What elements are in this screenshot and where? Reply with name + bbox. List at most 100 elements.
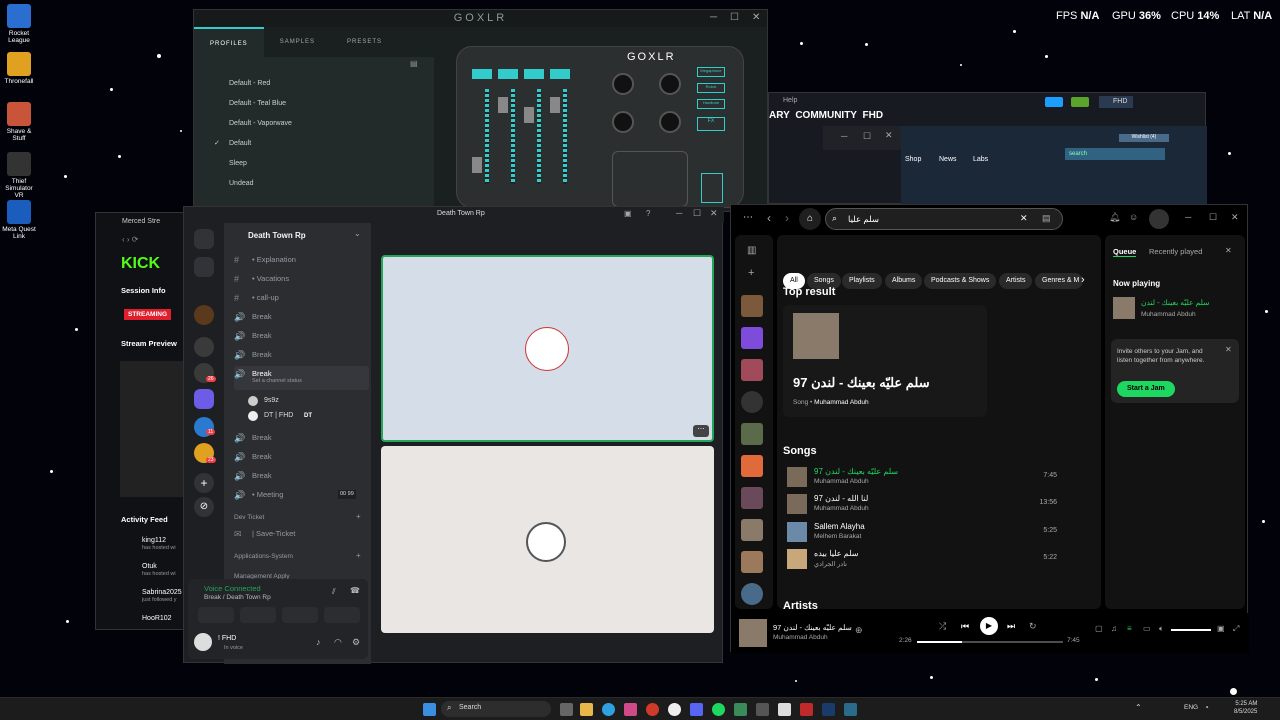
user-name[interactable]: ! FHD [218,635,236,642]
minimize-icon[interactable]: ─ [676,208,682,218]
channel-button[interactable] [472,69,492,79]
spotify-window[interactable]: ⋯ ‹ › ⌂ ⌕ سلم عليا ✕ ▤ 🔔︎ ☺ ─ ☐ ✕ ▥ + Al… [730,204,1249,653]
notifications-icon[interactable]: 🔔︎ [1109,212,1120,223]
broadcast-icon[interactable] [1045,97,1063,107]
nav-community[interactable]: COMMUNITY [795,110,857,121]
close-jam-icon[interactable]: ✕ [1225,345,1232,354]
nav-library[interactable]: ARY [769,110,790,121]
steam-icon[interactable] [822,703,835,716]
maximize-icon[interactable]: ☐ [730,12,739,23]
now-playing-artist[interactable]: Muhammad Abduh [1141,311,1196,318]
disconnect-icon[interactable]: ☎ [350,586,360,595]
close-icon[interactable]: ✕ [752,12,760,23]
shuffle-icon[interactable]: ⤮ [939,621,946,632]
friends-icon[interactable]: ☺ [1129,212,1138,222]
gender-knob[interactable] [659,111,681,133]
song-row[interactable]: سلم عليا بيده نادر الجرادي 5:22 [787,547,1057,571]
channel-status-hint[interactable]: Set a channel status [252,377,302,385]
screen-share-button[interactable] [240,607,276,623]
pitch-knob[interactable] [659,73,681,95]
filter-albums[interactable]: Albums [885,273,923,289]
noise-suppression-icon[interactable]: ⫽ [332,587,336,597]
hardtune-button[interactable]: Hardtune [697,99,725,109]
filter-playlists[interactable]: Playlists [842,273,882,289]
voice-user[interactable]: 9s9z [264,397,279,404]
help-icon[interactable]: ? [646,209,650,218]
task-view-icon[interactable] [560,703,573,716]
camera-button[interactable] [198,607,234,623]
home-icon[interactable]: ⌂ [799,208,821,230]
voice-user[interactable]: DT | FHD [264,412,293,419]
filter-podcasts[interactable]: Podcasts & Shows [924,273,997,289]
profile-item[interactable]: Undead [229,180,254,187]
profile-item-active[interactable]: Default [229,140,251,147]
opera-icon[interactable] [646,703,659,716]
song-row[interactable]: سلم عليّه بعينك - لندن 97 Muhammad Abduh 7… [787,465,1057,489]
browser-window[interactable]: Merced Stre ‹ › ⟳ KICK Session Info STRE… [95,212,187,630]
progress-bar[interactable] [917,641,1063,643]
server-icon[interactable] [194,257,214,277]
liked-songs-icon[interactable] [741,327,763,349]
channel-call-up[interactable]: # • call-up [234,290,369,306]
voice-channel-break[interactable]: 🔊 Break [234,328,369,344]
discord-window[interactable]: Death Town Rp ▣ ? ─ ☐ ✕ 26 11 23 + ⊘ Dea… [183,206,724,664]
minimize-icon[interactable]: ─ [1185,212,1191,222]
voice-channel-link[interactable]: Break / Death Town Rp [204,594,271,601]
play-button[interactable]: ▶ [980,617,998,635]
settings-gear-icon[interactable]: ⚙ [352,637,360,648]
tab-presets[interactable]: PRESETS [331,27,398,57]
store-search-input[interactable]: search [1065,148,1165,160]
channel-button[interactable] [498,69,518,79]
mixer-device[interactable]: GOXLR Megaphone Robot Hardtune FX [456,46,744,208]
minimize-icon[interactable]: ─ [710,12,717,23]
desktop-icon-rocket-league[interactable]: Rocket League [2,4,36,44]
profile-item[interactable]: Sleep [229,160,247,167]
now-playing-title[interactable]: سلم عليّه بعينك - لندن [1141,298,1209,307]
server-icon[interactable] [194,337,214,357]
fader-knob[interactable] [498,97,508,113]
reverb-knob[interactable] [612,73,634,95]
search-input[interactable]: ⌕ سلم عليا ✕ ▤ [825,208,1063,230]
video-tile-speaking[interactable]: ⋯ [381,255,714,442]
echo-knob[interactable] [612,111,634,133]
nav-profile[interactable]: FHD [863,110,884,121]
desktop-icon-shave-stuff[interactable]: Shave & Stuff [2,102,36,142]
taskbar-search[interactable]: ⌕ Search [441,701,551,717]
app-icon[interactable] [800,703,813,716]
desktop-icon-thronefall[interactable]: Thronefall [2,52,36,85]
connect-device-icon[interactable]: ▭ [1143,624,1151,633]
background-store-window[interactable]: Help ARY COMMUNITY FHD FHD Shop News Lab… [768,92,1207,205]
player-artist[interactable]: Muhammad Abduh [773,634,828,641]
add-server-icon[interactable]: + [194,473,214,493]
server-icon[interactable] [194,305,214,325]
channel-button[interactable] [550,69,570,79]
app-icon[interactable] [668,703,681,716]
headset-icon[interactable]: ◠ [334,637,342,648]
server-name[interactable]: Death Town Rp [248,231,306,240]
tray-overflow-icon[interactable]: ⌃ [1135,703,1142,712]
create-playlist-icon[interactable]: + [748,267,754,279]
maximize-icon[interactable]: ☐ [693,208,701,219]
profile-item[interactable]: Default - Teal Blue [229,100,286,107]
link-labs[interactable]: Labs [973,156,988,163]
add-to-library-icon[interactable]: ⊕ [855,625,863,636]
profile-item[interactable]: Default - Vaporwave [229,120,292,127]
language-indicator[interactable]: ENG [1184,704,1198,711]
clear-search-icon[interactable]: ✕ [1020,213,1028,224]
start-jam-button[interactable]: Start a Jam [1117,381,1175,397]
edge-icon[interactable] [602,703,615,716]
robot-button[interactable]: Robot [697,83,725,93]
library-item[interactable] [741,391,763,413]
clock[interactable]: 5:25 AM 8/5/2025 [1234,700,1257,716]
filter-artists[interactable]: Artists [999,273,1033,289]
file-explorer-icon[interactable] [580,703,593,716]
link-news[interactable]: News [939,156,957,163]
avatar[interactable] [194,633,212,651]
megaphone-button[interactable]: Megaphone [697,67,725,77]
inbox-icon[interactable]: ▣ [624,209,632,218]
song-row[interactable]: لنا الله - لندن 97 Muhammad Abduh 13:56 [787,492,1057,516]
voice-channel-break[interactable]: 🔊 Break [234,468,369,484]
library-item[interactable] [741,551,763,573]
voice-channel-meeting[interactable]: 🔊 • Meeting 00 99 [234,487,369,503]
wifi-icon[interactable]: ◔ [1204,703,1209,712]
